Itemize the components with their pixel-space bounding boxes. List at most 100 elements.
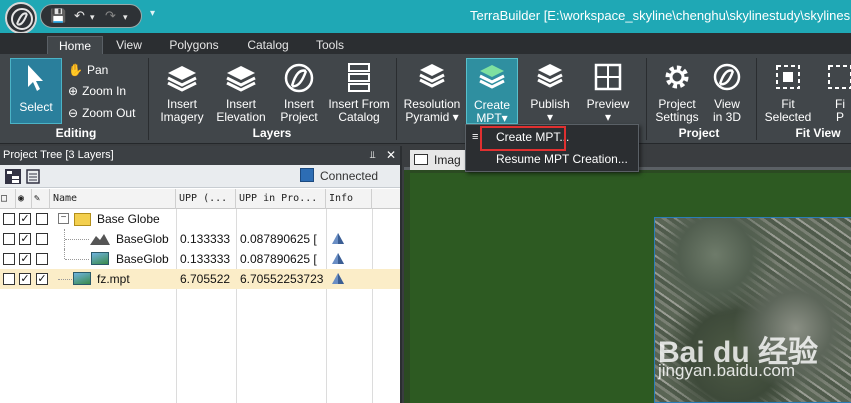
tab-polygons[interactable]: Polygons (162, 36, 226, 54)
app-logo-icon[interactable] (5, 2, 37, 34)
ribbon-tabs: Home View Polygons Catalog Tools (0, 33, 851, 54)
map-view: Imag Bai du 经验 jingyan.baidu.com (404, 146, 851, 403)
table-row[interactable]: ✓ − Base Globe (0, 209, 400, 229)
layer-checkbox[interactable] (3, 273, 15, 285)
tab-tools[interactable]: Tools (308, 36, 352, 54)
fit-project-button[interactable]: Fi P (820, 58, 851, 124)
publish-button[interactable]: Publish ▾ (522, 58, 578, 124)
pointer-icon (28, 65, 43, 91)
layer-checkbox[interactable] (3, 213, 15, 225)
fit-project-icon (828, 65, 851, 89)
tab-view[interactable]: View (109, 36, 149, 54)
group-label-fit-view: Fit View (795, 126, 841, 140)
quick-access-toolbar: 💾 ↶ ▾ ↷ ▾ (40, 4, 142, 28)
tab-home[interactable]: Home (47, 36, 103, 54)
ribbon-separator (756, 58, 757, 140)
ribbon-separator (148, 58, 149, 140)
pin-icon[interactable]: ⫫ (370, 146, 376, 165)
insert-elevation-button[interactable]: Insert Elevation (212, 58, 270, 124)
eye-column-icon[interactable]: ◉ (16, 189, 32, 209)
redo-dropdown-icon[interactable]: ▾ (123, 12, 128, 23)
view-in-3d-button[interactable]: View in 3D (706, 58, 748, 124)
visibility-checkbox[interactable]: ✓ (19, 233, 31, 245)
zoom-in-button[interactable]: ⊕ Zoom In (68, 82, 126, 100)
connection-status: Connected (320, 169, 379, 183)
menu-item-resume-mpt-creation[interactable]: Resume MPT Creation... (466, 149, 638, 170)
project-tree-header: Project Tree [3 Layers] ⫫ ✕ (0, 146, 400, 165)
visibility-checkbox[interactable]: ✓ (19, 253, 31, 265)
ribbon-home: Select ✋ Pan ⊕ Zoom In ⊖ Zoom Out Editing I… (0, 54, 851, 144)
layers-icon: ≡ (472, 131, 479, 143)
edit-column-icon[interactable]: ✎ (32, 189, 50, 209)
table-row-selected[interactable]: ✓ ✓ fz.mpt 6.705522 6.70552253723 (0, 269, 400, 289)
project-settings-button[interactable]: Project Settings (652, 58, 702, 124)
gear-icon (665, 65, 689, 89)
layers-elevation-icon (226, 66, 256, 92)
upp-in-project-value: 0.087890625 [ (240, 252, 317, 266)
pan-button[interactable]: ✋ Pan (68, 61, 108, 79)
column-upp-in-project[interactable]: UPP in Pro... (236, 189, 326, 209)
map-canvas[interactable]: Bai du 经验 jingyan.baidu.com (410, 173, 851, 403)
elevation-layer-icon (90, 234, 110, 245)
undo-icon[interactable]: ↶ (74, 8, 85, 24)
fit-selected-button[interactable]: Fit Selected (762, 58, 814, 124)
column-name[interactable]: Name (50, 189, 176, 209)
redo-icon[interactable]: ↷ (105, 8, 116, 24)
imagery-layer-icon (91, 252, 109, 265)
zoom-in-icon: ⊕ (68, 84, 79, 98)
layer-checkbox[interactable] (3, 253, 15, 265)
insert-imagery-button[interactable]: Insert Imagery (156, 58, 208, 124)
server-icon (300, 168, 314, 182)
table-row[interactable]: ✓ BaseGlob 0.133333 0.087890625 [ (0, 249, 400, 269)
customize-qat-icon[interactable]: ▾ (150, 8, 155, 19)
save-icon[interactable]: 💾 (50, 8, 66, 24)
fit-selected-icon (776, 65, 800, 89)
preview-grid-icon (594, 63, 622, 91)
close-icon[interactable]: ✕ (386, 146, 396, 165)
preview-button[interactable]: Preview ▾ (582, 58, 634, 124)
edit-checkbox[interactable]: ✓ (36, 273, 48, 285)
tree-line (64, 249, 65, 259)
project-tree-panel: Project Tree [3 Layers] ⫫ ✕ Connected □ … (0, 146, 402, 403)
insert-from-catalog-button[interactable]: Insert From Catalog (327, 58, 391, 124)
edit-checkbox[interactable] (36, 233, 48, 245)
column-upp[interactable]: UPP (... (176, 189, 236, 209)
group-label-project: Project (678, 126, 720, 140)
column-info[interactable]: Info (326, 189, 372, 209)
watermark-url: jingyan.baidu.com (658, 361, 796, 380)
visibility-column-icon[interactable]: □ (0, 189, 16, 209)
hand-icon: ✋ (68, 63, 83, 77)
layer-name: BaseGlob (116, 232, 169, 246)
pyramid-info-icon[interactable] (331, 252, 345, 265)
upp-in-project-value: 0.087890625 [ (240, 232, 317, 246)
visibility-checkbox[interactable]: ✓ (19, 273, 31, 285)
list-view-icon[interactable] (26, 169, 40, 184)
tab-catalog[interactable]: Catalog (240, 36, 296, 54)
layer-checkbox[interactable] (3, 233, 15, 245)
upp-value: 0.133333 (180, 252, 231, 266)
ribbon-separator (396, 58, 397, 140)
layer-name: fz.mpt (97, 272, 130, 286)
tab-imagery-view[interactable]: Imag (410, 150, 470, 170)
visibility-checkbox[interactable]: ✓ (19, 213, 31, 225)
edit-checkbox[interactable] (36, 213, 48, 225)
window-title: TerraBuilder [E:\workspace_skyline\cheng… (470, 8, 851, 23)
select-button[interactable]: Select (10, 58, 62, 124)
terrabuilder-window: 💾 ↶ ▾ ↷ ▾ ▾ TerraBuilder [E:\workspace_s… (0, 0, 851, 403)
create-mpt-button[interactable]: Create MPT▾ (466, 58, 518, 125)
group-label-editing: Editing (55, 126, 97, 140)
layer-name: BaseGlob (116, 252, 169, 266)
collapse-toggle-icon[interactable]: − (58, 213, 69, 224)
zoom-out-button[interactable]: ⊖ Zoom Out (68, 104, 135, 122)
tree-line (65, 259, 89, 260)
tree-view-icon[interactable] (4, 168, 22, 185)
insert-project-button[interactable]: Insert Project (274, 58, 324, 124)
table-row[interactable]: ✓ BaseGlob 0.133333 0.087890625 [ (0, 229, 400, 249)
skyline-globe-icon (284, 63, 314, 93)
pyramid-info-icon[interactable] (331, 272, 345, 285)
edit-checkbox[interactable] (36, 253, 48, 265)
upp-value: 6.705522 (180, 272, 231, 286)
undo-dropdown-icon[interactable]: ▾ (90, 12, 95, 23)
resolution-pyramid-button[interactable]: Resolution Pyramid ▾ (400, 58, 464, 124)
pyramid-info-icon[interactable] (331, 232, 345, 245)
